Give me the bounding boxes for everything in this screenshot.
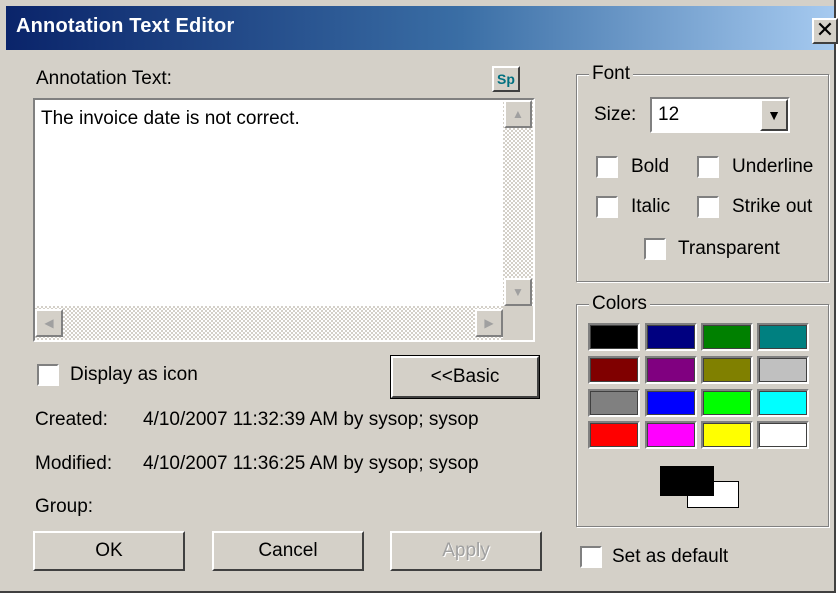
color-swatch[interactable] bbox=[588, 356, 640, 384]
color-swatch[interactable] bbox=[701, 389, 753, 417]
chevron-down-icon[interactable]: ▼ bbox=[760, 99, 788, 131]
color-swatch-fill bbox=[703, 325, 751, 349]
color-swatch[interactable] bbox=[701, 356, 753, 384]
color-swatch[interactable] bbox=[757, 323, 809, 351]
italic-checkbox[interactable] bbox=[596, 196, 618, 218]
scrollbar-corner bbox=[503, 306, 533, 340]
color-swatch-fill bbox=[647, 391, 695, 415]
color-swatch[interactable] bbox=[588, 421, 640, 449]
annotation-textarea[interactable]: The invoice date is not correct. ▲ ▼ ◀ ▶ bbox=[33, 98, 535, 342]
transparent-label: Transparent bbox=[678, 238, 780, 259]
spell-check-button[interactable]: Sp bbox=[492, 66, 520, 92]
color-swatch-fill bbox=[590, 423, 638, 447]
color-swatch-fill bbox=[759, 423, 807, 447]
annotation-text-value: The invoice date is not correct. bbox=[41, 108, 300, 129]
display-as-icon-checkbox[interactable] bbox=[37, 364, 59, 386]
close-icon: ✕ bbox=[815, 17, 835, 42]
color-swatch[interactable] bbox=[757, 389, 809, 417]
color-swatch[interactable] bbox=[701, 323, 753, 351]
horizontal-scrollbar[interactable]: ◀ ▶ bbox=[35, 306, 503, 340]
basic-button[interactable]: <<Basic bbox=[390, 355, 540, 399]
color-swatch[interactable] bbox=[588, 389, 640, 417]
annotation-text-label: Annotation Text: bbox=[36, 68, 172, 89]
color-swatch[interactable] bbox=[757, 356, 809, 384]
colors-group-title: Colors bbox=[589, 293, 650, 315]
color-swatch-fill bbox=[647, 423, 695, 447]
color-swatch-fill bbox=[647, 325, 695, 349]
annotation-text-editor-dialog: Annotation Text Editor ✕ Annotation Text… bbox=[0, 0, 838, 593]
underline-checkbox[interactable] bbox=[697, 156, 719, 178]
color-swatch-fill bbox=[590, 358, 638, 382]
window-title: Annotation Text Editor bbox=[16, 15, 235, 37]
color-swatch-fill bbox=[703, 358, 751, 382]
created-label: Created: bbox=[35, 409, 108, 430]
color-swatch[interactable] bbox=[701, 421, 753, 449]
color-swatch[interactable] bbox=[645, 356, 697, 384]
color-swatch[interactable] bbox=[588, 323, 640, 351]
font-size-value: 12 bbox=[658, 104, 680, 125]
color-swatch[interactable] bbox=[645, 421, 697, 449]
scroll-down-button[interactable]: ▼ bbox=[504, 278, 532, 306]
color-swatch-fill bbox=[590, 325, 638, 349]
close-button[interactable]: ✕ bbox=[812, 18, 838, 44]
transparent-checkbox[interactable] bbox=[644, 238, 666, 260]
color-swatch-fill bbox=[703, 423, 751, 447]
set-as-default-label: Set as default bbox=[612, 546, 729, 567]
color-swatch-fill bbox=[703, 391, 751, 415]
bold-label: Bold bbox=[631, 156, 670, 177]
color-swatch-fill bbox=[759, 325, 807, 349]
italic-label: Italic bbox=[631, 196, 671, 217]
strike-out-label: Strike out bbox=[732, 196, 813, 217]
underline-label: Underline bbox=[732, 156, 814, 177]
cancel-button[interactable]: Cancel bbox=[212, 531, 364, 571]
display-as-icon-label: Display as icon bbox=[70, 364, 198, 385]
scroll-left-button[interactable]: ◀ bbox=[35, 309, 63, 337]
color-swatch-fill bbox=[759, 391, 807, 415]
apply-button[interactable]: Apply bbox=[390, 531, 542, 571]
modified-label: Modified: bbox=[35, 453, 113, 474]
font-group-title: Font bbox=[589, 63, 634, 85]
title-bar: Annotation Text Editor ✕ bbox=[6, 6, 838, 50]
color-swatch-fill bbox=[647, 358, 695, 382]
created-value: 4/10/2007 11:32:39 AM by sysop; sysop bbox=[143, 409, 479, 430]
color-swatch[interactable] bbox=[645, 389, 697, 417]
foreground-color-swatch[interactable] bbox=[660, 466, 714, 496]
modified-value: 4/10/2007 11:36:25 AM by sysop; sysop bbox=[143, 453, 479, 474]
font-size-select[interactable]: 12 ▼ bbox=[650, 97, 790, 133]
basic-button-label: <<Basic bbox=[391, 356, 539, 398]
spell-check-icon: Sp bbox=[497, 71, 515, 87]
scroll-right-button[interactable]: ▶ bbox=[475, 309, 503, 337]
color-swatch[interactable] bbox=[757, 421, 809, 449]
group-label: Group: bbox=[35, 496, 94, 517]
set-as-default-checkbox[interactable] bbox=[580, 546, 602, 568]
vertical-scrollbar[interactable]: ▲ ▼ bbox=[503, 100, 533, 306]
bold-checkbox[interactable] bbox=[596, 156, 618, 178]
color-swatch-fill bbox=[590, 391, 638, 415]
scroll-up-button[interactable]: ▲ bbox=[504, 100, 532, 128]
ok-button[interactable]: OK bbox=[33, 531, 185, 571]
color-swatch-fill bbox=[759, 358, 807, 382]
color-swatch[interactable] bbox=[645, 323, 697, 351]
strike-out-checkbox[interactable] bbox=[697, 196, 719, 218]
font-size-label: Size: bbox=[594, 104, 637, 125]
